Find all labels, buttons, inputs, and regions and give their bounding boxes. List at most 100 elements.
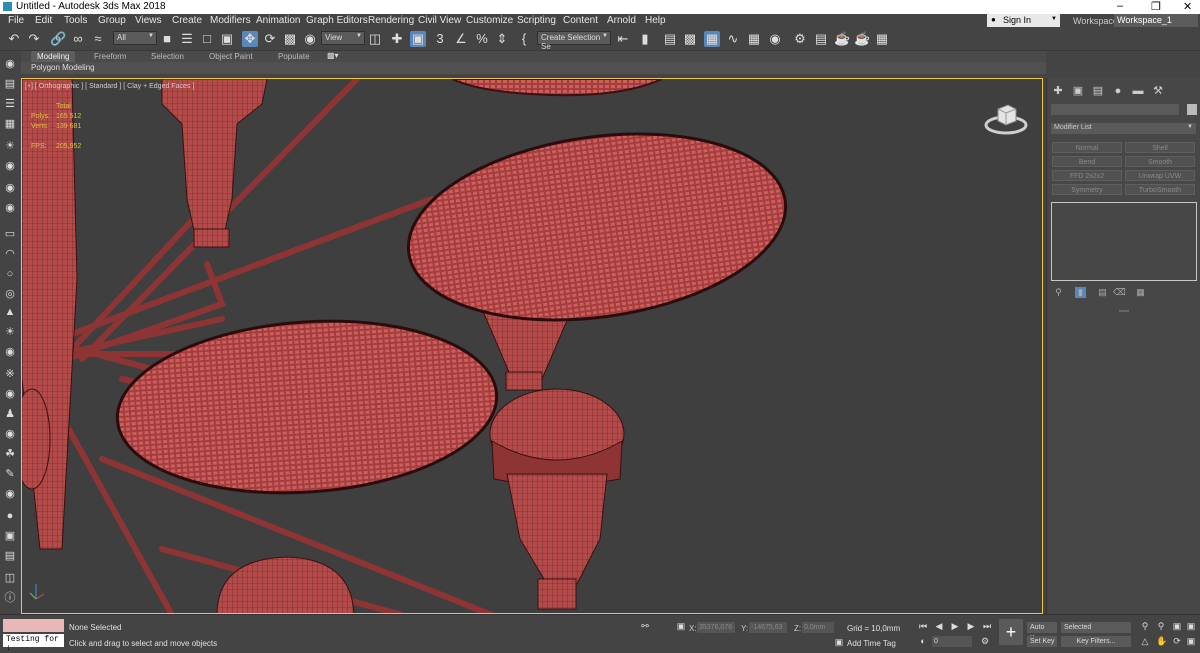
reference-coordinate-dropdown[interactable]: View ▼ — [321, 31, 365, 45]
orbit-icon[interactable]: ⟳ — [1172, 636, 1182, 647]
cone-icon[interactable]: ▲ — [3, 305, 17, 319]
keyboard-shortcut-override-icon[interactable]: ▣ — [410, 31, 426, 47]
sphere-icon[interactable]: ○ — [3, 267, 17, 281]
object-name-field[interactable] — [1051, 104, 1179, 115]
align-icon[interactable]: ▮ — [637, 31, 653, 47]
field-of-view-icon[interactable]: △ — [1140, 636, 1150, 647]
add-time-tag[interactable]: Add Time Tag — [847, 639, 896, 648]
eye-icon[interactable]: ◉ — [3, 487, 17, 501]
render-setup-icon[interactable]: ⚙ — [792, 31, 808, 47]
ribbon-options-icon[interactable]: ▩▾ — [327, 51, 339, 60]
help-icon[interactable]: ⓘ — [3, 591, 17, 605]
menu-edit[interactable]: Edit — [35, 15, 52, 26]
tab-selection[interactable]: Selection — [145, 51, 190, 62]
modifier-bend-button[interactable]: Bend — [1052, 156, 1122, 167]
pan-view-icon[interactable]: ✋ — [1156, 636, 1167, 647]
time-config-icon[interactable]: ⚙ — [980, 636, 990, 647]
viewport-orthographic[interactable]: [+] [ Orthographic ] [ Standard ] [ Clay… — [21, 78, 1043, 614]
modifier-unwrap-uvw-button[interactable]: Unwrap UVW — [1125, 170, 1195, 181]
key-mode-icon[interactable]: ◐ — [918, 636, 928, 646]
select-by-name-icon[interactable]: ☰ — [179, 31, 195, 47]
rectangle-selection-icon[interactable]: □ — [199, 31, 215, 47]
make-unique-icon[interactable]: ▤ — [1097, 287, 1108, 298]
pin-stack-icon[interactable]: ⚲ — [1053, 287, 1064, 298]
time-tag-icon[interactable]: ▣ — [834, 637, 844, 648]
minimize-button[interactable]: – — [1117, 0, 1123, 12]
display-icon[interactable]: ▤ — [3, 549, 17, 563]
zoom-extents-all-icon[interactable]: ▣ — [1186, 621, 1196, 632]
motion-tab-icon[interactable]: ● — [1111, 84, 1125, 98]
workspace-dropdown[interactable]: Workspace_1 — [1114, 14, 1198, 27]
modifier-list-dropdown[interactable]: Modifier List ▼ — [1051, 123, 1196, 134]
link-icon[interactable]: 🔗 — [50, 31, 66, 47]
leaf-icon[interactable]: ☘ — [3, 447, 17, 461]
utilities-tab-icon[interactable]: ⚒ — [1151, 84, 1165, 98]
panel-resize-handle[interactable] — [1119, 310, 1129, 312]
undo-icon[interactable]: ↶ — [6, 31, 22, 47]
material-sphere-icon[interactable]: ● — [3, 509, 17, 523]
menu-content[interactable]: Content — [563, 15, 598, 26]
dome-icon[interactable]: ◠ — [3, 247, 17, 261]
particle-icon[interactable]: ※ — [3, 367, 17, 381]
y-coordinate[interactable]: -14675,63 — [749, 622, 787, 633]
menu-create[interactable]: Create — [172, 15, 202, 26]
select-manipulate-icon[interactable]: ✚ — [389, 31, 405, 47]
maximize-viewport-icon[interactable]: ▣ — [1186, 636, 1196, 647]
next-frame-icon[interactable]: ▶ — [966, 621, 976, 632]
maxscript-listener-output[interactable] — [3, 619, 64, 632]
select-object-icon[interactable]: ■ — [159, 31, 175, 47]
menu-civil-view[interactable]: Civil View — [418, 15, 461, 26]
render-iterative-icon[interactable]: ☕ — [854, 31, 870, 47]
helper-icon[interactable]: ◉ — [3, 181, 17, 195]
a360-render-icon[interactable]: ▦ — [874, 31, 890, 47]
dynamics-icon[interactable]: ◉ — [3, 387, 17, 401]
current-frame-field[interactable]: 0 — [932, 636, 972, 647]
key-filters-button[interactable]: Key Filters... — [1061, 636, 1131, 647]
select-and-place-icon[interactable]: ◉ — [302, 31, 318, 47]
select-and-move-icon[interactable]: ✥ — [242, 31, 258, 47]
menu-tools[interactable]: Tools — [64, 15, 87, 26]
render-icon[interactable]: ▣ — [3, 529, 17, 543]
menu-file[interactable]: File — [8, 15, 24, 26]
modifier-smooth-button[interactable]: Smooth — [1125, 156, 1195, 167]
key-mode-dropdown[interactable]: Selected — [1061, 622, 1131, 633]
sign-in-dropdown[interactable]: Sign In ● ▼ — [987, 14, 1060, 27]
menu-views[interactable]: Views — [135, 15, 162, 26]
goto-start-icon[interactable]: ⏮ — [918, 621, 928, 632]
paint-icon[interactable]: ✎ — [3, 467, 17, 481]
menu-customize[interactable]: Customize — [466, 15, 513, 26]
display-tab-icon[interactable]: ▬ — [1131, 84, 1145, 98]
modify-tab-icon[interactable]: ▣ — [1071, 84, 1085, 98]
light-icon[interactable]: ☀ — [3, 139, 17, 153]
curve-editor-icon[interactable]: ∿ — [725, 31, 741, 47]
select-and-scale-icon[interactable]: ▩ — [282, 31, 298, 47]
modifier-symmetry-button[interactable]: Symmetry — [1052, 184, 1122, 195]
menu-rendering[interactable]: Rendering — [368, 15, 414, 26]
camera-icon[interactable]: ◉ — [3, 159, 17, 173]
redo-icon[interactable]: ↷ — [26, 31, 42, 47]
system-icon[interactable]: ◉ — [3, 201, 17, 215]
snaps-toggle-icon[interactable]: 3 — [432, 31, 448, 47]
viewport-label[interactable]: [+] [ Orthographic ] [ Standard ] [ Clay… — [25, 83, 194, 90]
layer-icon[interactable]: ▤ — [3, 77, 17, 91]
menu-arnold[interactable]: Arnold — [607, 15, 636, 26]
toggle-ribbon-icon[interactable]: ▦ — [704, 31, 720, 47]
menu-scripting[interactable]: Scripting — [517, 15, 556, 26]
zoom-extents-icon[interactable]: ▣ — [1172, 621, 1182, 632]
absolute-mode-icon[interactable]: ▣ — [676, 621, 686, 632]
modifier-stack[interactable] — [1051, 202, 1197, 281]
box-icon[interactable]: ▭ — [3, 227, 17, 241]
window-crossing-icon[interactable]: ▣ — [219, 31, 235, 47]
circle-icon[interactable]: ◉ — [3, 345, 17, 359]
layer-explorer-icon[interactable]: ▩ — [682, 31, 698, 47]
bind-space-warp-icon[interactable]: ≈ — [90, 31, 106, 47]
torus-icon[interactable]: ◎ — [3, 287, 17, 301]
angle-snap-icon[interactable]: ∠ — [453, 31, 469, 47]
sun-icon[interactable]: ☀ — [3, 325, 17, 339]
named-selection-dropdown[interactable]: Create Selection Se ▼ — [537, 31, 611, 51]
edit-named-selection-icon[interactable]: { — [516, 31, 532, 47]
viewcube-icon[interactable] — [984, 99, 1028, 137]
maxscript-mini-listener[interactable]: Testing for : — [3, 634, 64, 653]
modifier-shell-button[interactable]: Shell — [1125, 142, 1195, 153]
goto-end-icon[interactable]: ⏭ — [982, 621, 992, 632]
